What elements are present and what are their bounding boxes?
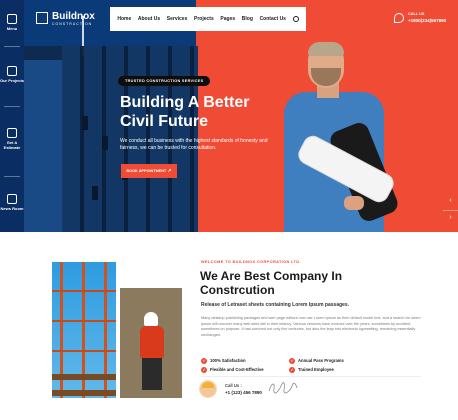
worker-jacket [140, 326, 164, 360]
nav-pages[interactable]: Pages [220, 16, 235, 22]
building-window [92, 186, 98, 200]
hero-title-line2: Civil Future [120, 113, 209, 130]
hero-description: We conduct all business with the highest… [120, 138, 268, 151]
side-item-menu[interactable]: Menu [0, 14, 24, 31]
about-title-line2: Constrcution [200, 283, 275, 297]
worker-helmet [144, 312, 158, 326]
call-label: CALL US [408, 12, 425, 16]
feature-item: ✓ Annual Pass Programs [289, 358, 344, 364]
scaffold-bar [52, 320, 116, 322]
menu-icon [7, 14, 17, 24]
side-item-label: Our Projects [0, 78, 25, 83]
hero-title: Building A Better Civil Future [120, 93, 290, 131]
about-title: We Are Best Company In Constrcution [200, 269, 420, 297]
feature-label: Flexible and Cost-Effective [210, 367, 264, 373]
worker-image [120, 288, 182, 398]
about-eyebrow: WELCOME TO BUILDNOX CORPORATION LTD. [201, 260, 301, 264]
search-icon[interactable] [292, 16, 299, 22]
about-section: WELCOME TO BUILDNOX CORPORATION LTD. We … [0, 232, 458, 420]
news-icon [7, 194, 17, 204]
check-icon: ✓ [289, 367, 295, 373]
side-divider [4, 106, 20, 107]
check-icon: ✓ [201, 367, 207, 373]
engineer-image [272, 40, 402, 232]
side-divider [4, 46, 20, 47]
nav-blog[interactable]: Blog [242, 16, 253, 22]
nav-home[interactable]: Home [117, 16, 131, 22]
feature-label: Annual Pass Programs [298, 358, 344, 364]
side-item-estimate[interactable]: Get A Estimate [0, 128, 24, 150]
chevron-right-icon: › [449, 214, 452, 221]
check-icon: ✓ [201, 358, 207, 364]
brand-name[interactable]: Buildnox [52, 11, 95, 22]
projects-icon [7, 66, 17, 76]
nav-about[interactable]: About Us [138, 16, 160, 22]
nav-projects[interactable]: Projects [194, 16, 214, 22]
side-item-news[interactable]: News Room [0, 194, 24, 211]
cta-label: BOOK APPOINTMENT [126, 169, 167, 173]
worker-legs [142, 358, 162, 390]
about-subtitle: Release of Letraset sheets containing Lo… [201, 302, 350, 308]
slider-next-button[interactable]: › [443, 210, 458, 224]
side-item-label: News Room [0, 206, 24, 211]
feature-label: Trained Employee [298, 367, 334, 373]
estimate-icon [7, 128, 17, 138]
phone-icon [394, 13, 404, 23]
side-item-projects[interactable]: Our Projects [0, 66, 24, 83]
logo-icon[interactable] [36, 12, 48, 24]
call-us-label: Call Us : [225, 383, 242, 388]
hero-title-line1: Building A Better [120, 94, 250, 111]
signature-image [268, 382, 298, 394]
hero-section: Menu Our Projects Get A Estimate News Ro… [0, 0, 458, 232]
side-nav: Menu Our Projects Get A Estimate News Ro… [0, 0, 24, 232]
side-item-label: Get A Estimate [3, 140, 21, 150]
side-divider [4, 176, 20, 177]
main-nav: Home About Us Services Projects Pages Bl… [110, 7, 306, 31]
building-window [82, 116, 88, 130]
nav-contact[interactable]: Contact Us [260, 16, 286, 22]
about-body: Many desktop publishing packages and web… [201, 316, 421, 337]
feature-item: ✓ Flexible and Cost-Effective [201, 367, 264, 373]
engineer-hair [308, 42, 344, 56]
side-item-label: Menu [6, 26, 18, 31]
about-title-line1: We Are Best Company In [200, 269, 343, 283]
call-number[interactable]: +1800(234)567890 [408, 18, 446, 23]
about-divider [201, 376, 421, 377]
brand-tagline: CONSTRUCTION [52, 22, 93, 26]
scaffolding-image [52, 262, 116, 398]
scaffold-bar [52, 350, 116, 352]
building-edge [22, 60, 64, 232]
book-appointment-button[interactable]: BOOK APPOINTMENT ↗ [121, 164, 177, 178]
arrow-right-icon: ↗ [167, 168, 172, 174]
hero-tag: TRUSTED CONSTRUCTION SERVICES [118, 76, 211, 86]
feature-label: 100% Satisfaction [210, 358, 246, 364]
avatar [199, 380, 217, 398]
building-window [102, 136, 108, 150]
hard-hat-icon [202, 382, 214, 388]
call-us-number[interactable]: +1 (123) 456 7890 [225, 390, 262, 395]
slider-prev-button[interactable]: ‹ [443, 194, 458, 208]
feature-item: ✓ 100% Satisfaction [201, 358, 246, 364]
scaffold-bar [52, 290, 116, 292]
header-call[interactable]: CALL US +1800(234)567890 [394, 10, 458, 28]
scaffold-floor [52, 374, 116, 380]
feature-item: ✓ Trained Employee [289, 367, 334, 373]
site-header: Buildnox CONSTRUCTION Home About Us Serv… [24, 0, 458, 36]
check-icon: ✓ [289, 358, 295, 364]
scaffold-floor [52, 390, 116, 396]
nav-services[interactable]: Services [167, 16, 188, 22]
engineer-hand [344, 196, 364, 210]
chevron-left-icon: ‹ [449, 197, 452, 204]
